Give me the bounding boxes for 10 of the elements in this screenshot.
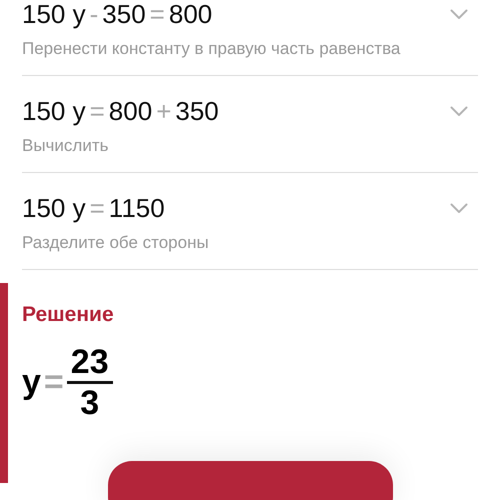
chevron-down-icon[interactable] xyxy=(450,202,468,214)
step-description: Вычислить xyxy=(22,135,110,157)
equation: 150 y-350=800 xyxy=(22,0,212,31)
chevron-down-icon[interactable] xyxy=(450,106,468,116)
step-description: Разделите обе стороны xyxy=(22,232,210,254)
solution-title: Решение xyxy=(22,303,114,327)
chevron-down-icon[interactable] xyxy=(450,8,468,20)
equation: 150 y=1150 xyxy=(22,192,165,225)
step-description: Перенести константу в правую часть равенства xyxy=(22,38,402,60)
equation: 150 y=800+350 xyxy=(22,95,219,128)
